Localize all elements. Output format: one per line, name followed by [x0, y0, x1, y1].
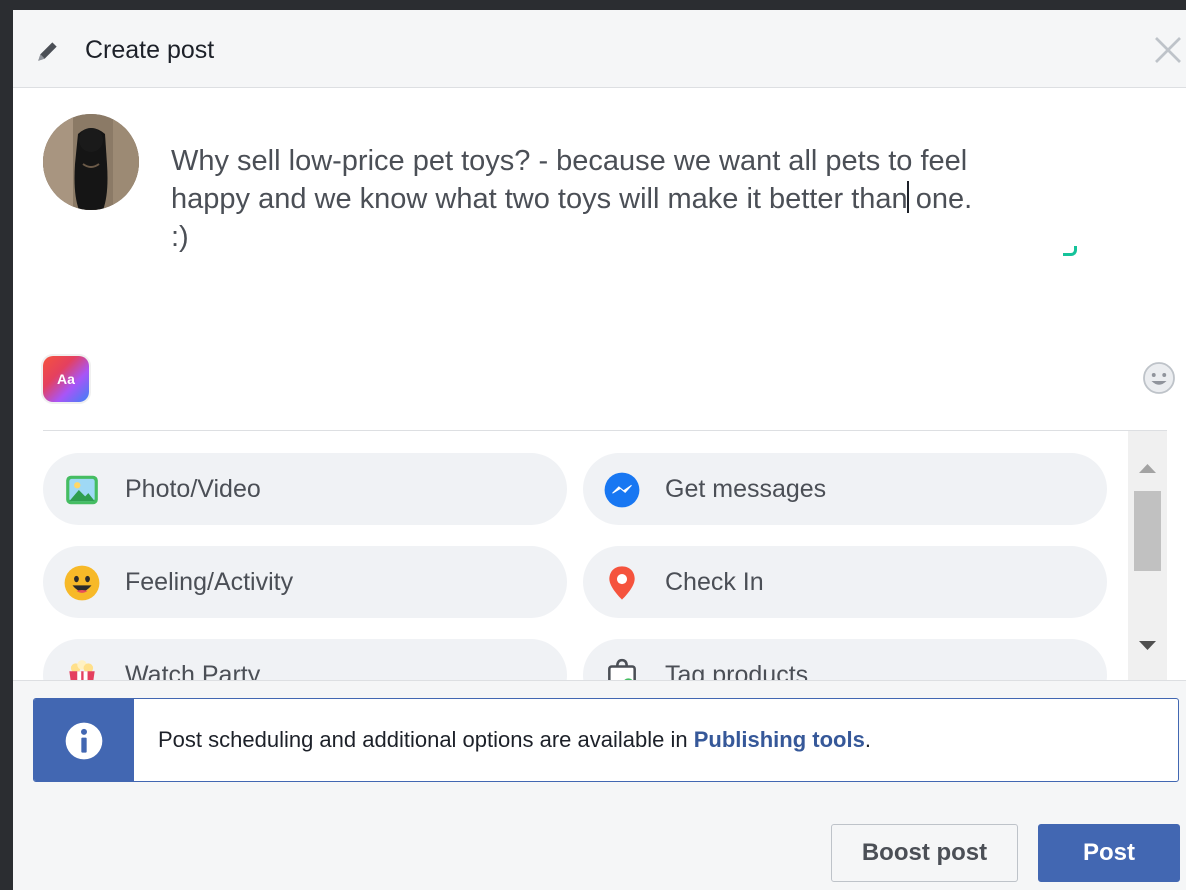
post-text-before-caret: Why sell low-price pet toys? - because w…: [171, 145, 968, 215]
option-label: Check In: [665, 567, 764, 596]
pencil-icon: [38, 42, 57, 61]
popcorn-icon: [69, 660, 95, 680]
shopping-bag-icon: [608, 658, 636, 680]
text-style-label: Aa: [57, 371, 75, 387]
dialog-title: Create post: [85, 36, 215, 64]
dialog-header: Create post: [13, 10, 1186, 88]
notice-suffix: .: [864, 727, 871, 752]
info-icon: [65, 722, 103, 760]
watch-party-option[interactable]: Watch Party: [43, 639, 567, 680]
emoji-icon[interactable]: [1141, 360, 1177, 396]
grammar-check-icon[interactable]: [1063, 246, 1077, 256]
close-icon[interactable]: [1150, 32, 1186, 68]
notice-accent: [34, 699, 134, 781]
feeling-activity-option[interactable]: Feeling/Activity: [43, 546, 567, 618]
boost-post-button[interactable]: Boost post: [831, 824, 1018, 882]
scroll-up-icon[interactable]: [1128, 453, 1167, 483]
option-label: Feeling/Activity: [125, 567, 294, 596]
smiley-icon: [64, 565, 100, 601]
notice-text: Post scheduling and additional options a…: [158, 727, 871, 753]
scroll-down-icon[interactable]: [1128, 631, 1167, 661]
publishing-tools-notice: Post scheduling and additional options a…: [33, 698, 1179, 782]
messenger-icon: [604, 472, 640, 508]
option-label: Tag products: [665, 660, 809, 681]
get-messages-option[interactable]: Get messages: [583, 453, 1107, 525]
scrollbar-thumb[interactable]: [1134, 491, 1161, 571]
post-text-input[interactable]: Why sell low-price pet toys? - because w…: [171, 142, 1091, 256]
options-scrollbar[interactable]: [1128, 431, 1167, 680]
tag-products-option[interactable]: Tag products: [583, 639, 1107, 680]
publishing-tools-link[interactable]: Publishing tools: [694, 727, 865, 752]
post-options-list: Photo/Video Get messages Feeling/Activit…: [43, 430, 1167, 680]
post-button[interactable]: Post: [1038, 824, 1180, 882]
location-pin-icon: [609, 566, 635, 600]
text-style-button[interactable]: Aa: [43, 356, 89, 402]
option-label: Watch Party: [125, 660, 261, 681]
check-in-option[interactable]: Check In: [583, 546, 1107, 618]
photo-video-icon: [66, 475, 98, 505]
photo-video-option[interactable]: Photo/Video: [43, 453, 567, 525]
avatar: [43, 114, 139, 210]
dog-photo-icon: [43, 114, 139, 210]
create-post-dialog: Create post Why sell low-price pet toys?…: [13, 10, 1186, 890]
notice-message: Post scheduling and additional options a…: [158, 727, 694, 752]
option-label: Photo/Video: [125, 474, 261, 503]
option-label: Get messages: [665, 474, 827, 503]
